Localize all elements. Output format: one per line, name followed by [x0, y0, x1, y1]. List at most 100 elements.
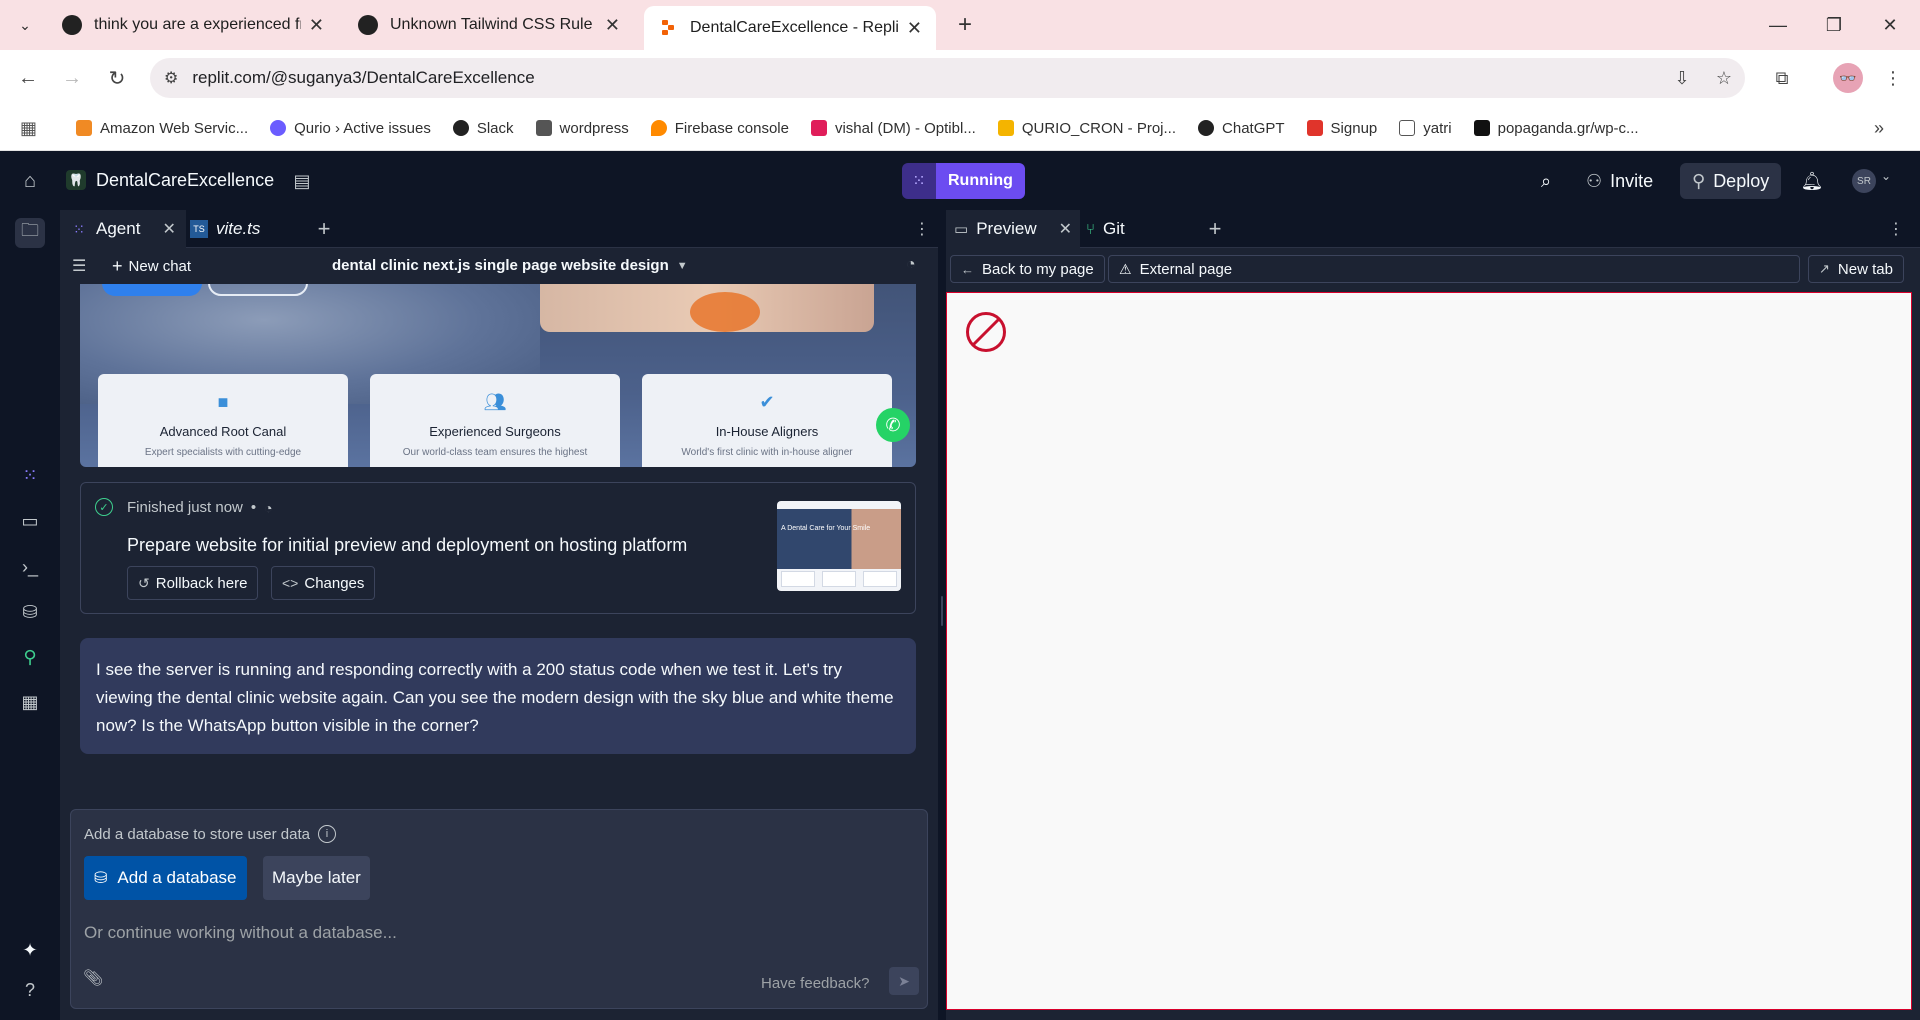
- bookmark-item[interactable]: Amazon Web Servic...: [76, 120, 248, 137]
- bookmark-item[interactable]: Qurio › Active issues: [270, 120, 431, 137]
- back-to-my-page-button[interactable]: ← Back to my page: [950, 255, 1105, 283]
- deploy-button[interactable]: ⚲ Deploy: [1680, 163, 1782, 199]
- bookmarks-bar: ▦ Amazon Web Servic... Qurio › Active is…: [0, 106, 1920, 151]
- usage-gauge-icon[interactable]: ◔: [906, 256, 916, 274]
- feedback-link[interactable]: Have feedback?: [761, 975, 869, 992]
- chatgpt-favicon-icon: [358, 15, 378, 35]
- bookmark-label: vishal (DM) - Optibl...: [834, 119, 976, 137]
- home-icon[interactable]: ⌂: [18, 169, 42, 193]
- install-app-icon[interactable]: ⇩: [1670, 66, 1694, 90]
- close-window-icon[interactable]: ✕: [1870, 8, 1910, 42]
- agent-chat-scroll[interactable]: ■ Advanced Root Canal Expert specialists…: [60, 284, 938, 804]
- bookmark-item[interactable]: vishal (DM) - Optibl...: [810, 119, 976, 137]
- bookmark-item[interactable]: Firebase console: [650, 120, 789, 137]
- deployments-icon[interactable]: ⚲: [15, 642, 45, 672]
- attach-paperclip-icon[interactable]: 📎︎: [83, 968, 103, 988]
- project-panel-icon[interactable]: ▤: [290, 169, 314, 193]
- checkpoint-thumbnail[interactable]: A Dental Care for Your Smile: [777, 501, 901, 591]
- bookmark-folder[interactable]: yatri: [1399, 120, 1452, 137]
- bookmark-item[interactable]: Signup: [1306, 120, 1377, 137]
- address-bar[interactable]: ⚙ replit.com/@suganya3/DentalCareExcelle…: [150, 58, 1745, 98]
- browser-tab-3-active[interactable]: DentalCareExcellence - Replit ✕: [644, 6, 936, 50]
- maybe-later-button[interactable]: Maybe later: [263, 856, 370, 900]
- back-arrow-icon[interactable]: ←: [13, 63, 43, 93]
- wordpress-icon: [535, 120, 552, 136]
- database-icon: ⛁: [94, 870, 108, 887]
- browser-tab-title: DentalCareExcellence - Replit: [690, 19, 899, 36]
- add-database-button[interactable]: ⛁ Add a database: [84, 856, 247, 900]
- agent-icon[interactable]: ⁙: [15, 460, 45, 490]
- new-tab-plus-icon[interactable]: +: [950, 10, 980, 40]
- bookmark-item[interactable]: Slack: [452, 120, 514, 137]
- webview-monitor-icon[interactable]: ▭: [15, 506, 45, 536]
- pane-kebab-icon[interactable]: ⋮: [912, 217, 932, 241]
- tab-search-chevron-icon[interactable]: ⌄: [10, 10, 40, 40]
- close-tab-icon[interactable]: ✕: [605, 15, 620, 36]
- more-bookmarks-chevron-icon[interactable]: »: [1874, 118, 1884, 139]
- apps-grid-icon[interactable]: ▦: [20, 118, 44, 139]
- bookmark-item[interactable]: QURIO_CRON - Proj...: [997, 120, 1176, 137]
- bookmark-item[interactable]: popaganda.gr/wp-c...: [1473, 120, 1639, 137]
- browser-tab-1[interactable]: think you are a experienced fron ✕: [48, 0, 338, 50]
- close-tab-icon[interactable]: ✕: [309, 15, 324, 36]
- minimize-window-icon[interactable]: —: [1758, 8, 1798, 42]
- notifications-bell-icon[interactable]: 🔔︎: [1800, 163, 1824, 199]
- send-icon[interactable]: ➤: [889, 967, 919, 995]
- new-chat-button[interactable]: + New chat: [112, 256, 191, 277]
- extensions-puzzle-icon[interactable]: ⧉: [1767, 63, 1797, 93]
- tab-git[interactable]: ⑂ Git: [1078, 210, 1133, 248]
- open-new-tab-button[interactable]: ↗ New tab: [1808, 255, 1904, 283]
- browser-menu-kebab-icon[interactable]: ⋮: [1878, 63, 1908, 93]
- bookmark-star-icon[interactable]: ☆: [1712, 66, 1736, 90]
- database-icon[interactable]: ⛁: [15, 597, 45, 627]
- tab-label: Git: [1103, 219, 1125, 238]
- ai-sparkle-icon[interactable]: ✦: [15, 935, 45, 965]
- whatsapp-icon: ✆: [876, 408, 910, 442]
- tab-agent[interactable]: ⁙ Agent ✕: [60, 210, 186, 248]
- bookmark-item[interactable]: wordpress: [535, 120, 629, 137]
- invite-button[interactable]: ⚇ Invite: [1582, 163, 1657, 199]
- site-settings-icon[interactable]: ⚙: [164, 68, 178, 88]
- user-avatar[interactable]: SR: [1852, 169, 1876, 193]
- add-tab-plus-icon[interactable]: +: [312, 216, 336, 241]
- feature-card: 👥︎ Experienced Surgeons Our world-class …: [370, 374, 620, 467]
- chat-title-dropdown[interactable]: dental clinic next.js single page websit…: [332, 257, 688, 274]
- preview-address-field[interactable]: ⚠ External page: [1108, 255, 1800, 283]
- help-question-icon[interactable]: ?: [15, 975, 45, 1005]
- pane-kebab-icon[interactable]: ⋮: [1886, 217, 1906, 241]
- tab-vite-ts[interactable]: TS vite.ts: [180, 210, 270, 248]
- project-name[interactable]: DentalCareExcellence: [96, 170, 274, 191]
- info-icon[interactable]: i: [318, 825, 336, 843]
- rollback-button[interactable]: ↺ Rollback here: [127, 566, 259, 600]
- avatar-chevron-down-icon[interactable]: ⌄: [1881, 169, 1891, 183]
- typescript-file-icon: TS: [190, 220, 208, 238]
- profile-avatar[interactable]: 👓: [1833, 63, 1863, 93]
- restore-window-icon[interactable]: ❐: [1814, 8, 1854, 42]
- database-prompt-heading: Add a database to store user data i: [84, 825, 336, 843]
- all-tools-grid-icon[interactable]: ▦: [15, 687, 45, 717]
- qurio-icon: [270, 120, 287, 136]
- close-tab-icon[interactable]: ✕: [1059, 219, 1072, 239]
- browser-tab-2[interactable]: Unknown Tailwind CSS Rule ✕: [344, 0, 634, 50]
- shell-terminal-icon[interactable]: ›_: [15, 552, 45, 582]
- chat-input[interactable]: [84, 918, 914, 948]
- close-tab-icon[interactable]: ✕: [907, 18, 922, 39]
- deploy-label: Deploy: [1713, 170, 1770, 191]
- checkpoint-status: Finished just now • ◔: [127, 499, 273, 516]
- thumbnail-text: A Dental Care for Your Smile: [781, 525, 871, 532]
- chat-list-menu-icon[interactable]: ☰: [72, 256, 86, 276]
- preview-iframe[interactable]: [946, 292, 1912, 1010]
- forward-arrow-icon[interactable]: →: [57, 63, 87, 93]
- files-icon[interactable]: 🗀︎: [15, 218, 45, 248]
- tab-preview[interactable]: ▭ Preview ✕: [946, 210, 1081, 248]
- address-bar-url[interactable]: replit.com/@suganya3/DentalCareExcellenc…: [192, 68, 534, 88]
- browser-toolbar: ← → ↻ ⚙ replit.com/@suganya3/DentalCareE…: [0, 50, 1920, 106]
- close-tab-icon[interactable]: ✕: [162, 219, 175, 239]
- bookmark-item[interactable]: ChatGPT: [1198, 120, 1285, 137]
- search-icon[interactable]: ⌕: [1534, 163, 1558, 199]
- changes-button[interactable]: <> Changes: [271, 566, 376, 600]
- run-button[interactable]: ⁙ Running: [902, 163, 1025, 199]
- pane-resize-handle[interactable]: [938, 210, 946, 1020]
- reload-icon[interactable]: ↻: [102, 63, 132, 93]
- add-tab-plus-icon[interactable]: +: [1203, 216, 1227, 241]
